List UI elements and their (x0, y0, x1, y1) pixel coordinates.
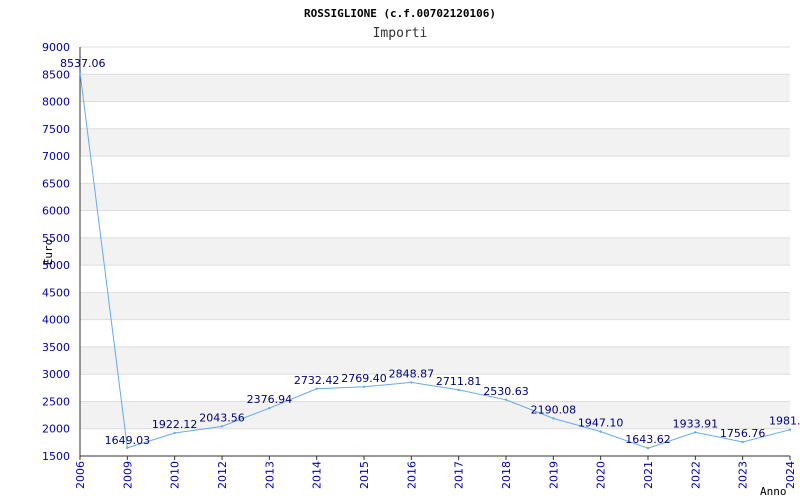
data-label: 2530.63 (483, 385, 529, 398)
data-point (410, 381, 413, 384)
data-label: 1756.76 (720, 427, 766, 440)
grid-band (80, 237, 790, 266)
data-point (78, 71, 82, 74)
y-tick-label: 7000 (42, 150, 70, 163)
x-tick-label: 2021 (642, 461, 655, 489)
grid-band (80, 346, 790, 375)
grid-band (80, 292, 790, 320)
data-label: 2376.94 (247, 393, 293, 406)
data-label: 1947.10 (578, 417, 624, 430)
x-tick-labels: 2006 2009 2010 2012 2013 2014 2015 2016 2017 2018… (74, 461, 797, 489)
data-label: 1933.91 (673, 417, 719, 430)
data-label: 2732.42 (294, 374, 340, 387)
y-axis-label: Euro (42, 239, 55, 266)
x-tick-label: 2006 (74, 461, 87, 489)
x-tick-label: 2017 (453, 461, 466, 489)
line-chart: 1500200025003000350040004500500055006000… (42, 7, 800, 498)
data-label: 1643.62 (625, 433, 671, 446)
chart-subtitle: Importi (373, 26, 428, 41)
grid-band (80, 183, 790, 211)
data-label: 2190.08 (531, 403, 577, 416)
y-tick-label: 3000 (42, 368, 70, 381)
data-label: 1922.12 (152, 418, 198, 431)
x-axis-label: Anno (760, 485, 787, 498)
x-tick-label: 2018 (500, 461, 513, 489)
data-point (646, 446, 650, 450)
data-point (504, 398, 508, 401)
data-point (694, 431, 697, 434)
data-point (599, 430, 602, 433)
y-tick-label: 2000 (42, 423, 70, 436)
x-tick-label: 2013 (263, 461, 276, 489)
data-point (552, 417, 555, 420)
x-tick-label: 2016 (405, 461, 418, 489)
y-tick-label: 7500 (42, 123, 70, 136)
data-point (788, 428, 792, 431)
data-label: 2711.81 (436, 375, 482, 388)
data-point (220, 425, 224, 428)
y-tick-label: 6500 (42, 177, 70, 190)
grid-band (80, 128, 790, 157)
data-point (315, 387, 318, 390)
y-tick-label: 1500 (42, 450, 70, 463)
x-tick-label: 2009 (121, 461, 134, 489)
grid-band (80, 74, 790, 102)
y-tick-label: 2500 (42, 395, 70, 408)
data-label: 8537.06 (60, 57, 106, 70)
x-tick-label: 2020 (595, 461, 608, 489)
x-tick-label: 2019 (547, 461, 560, 489)
y-tick-label: 4000 (42, 314, 70, 327)
data-point (457, 388, 460, 392)
data-point (268, 406, 271, 410)
data-label: 1981.91 (769, 415, 800, 428)
y-tick-label: 9000 (42, 41, 70, 54)
y-tick-label: 4500 (42, 286, 70, 299)
chart-title: ROSSIGLIONE (c.f.00702120106) (304, 7, 496, 20)
data-label: 2769.40 (341, 372, 387, 385)
y-tick-label: 6000 (42, 205, 70, 218)
data-point (126, 446, 129, 450)
data-label: 2043.56 (199, 411, 245, 424)
x-tick-label: 2015 (358, 461, 371, 489)
x-tick-label: 2014 (311, 461, 324, 489)
data-label: 2848.87 (389, 367, 435, 380)
x-tick-label: 2023 (737, 461, 750, 489)
x-tick-label: 2022 (689, 461, 702, 489)
data-point (362, 385, 366, 388)
y-tick-label: 8000 (42, 96, 70, 109)
data-label: 1649.03 (105, 434, 151, 447)
data-point (173, 431, 176, 435)
y-tick-label: 3500 (42, 341, 70, 354)
x-tick-label: 2010 (169, 461, 182, 489)
x-tick-label: 2012 (216, 461, 229, 489)
data-point (741, 440, 744, 444)
